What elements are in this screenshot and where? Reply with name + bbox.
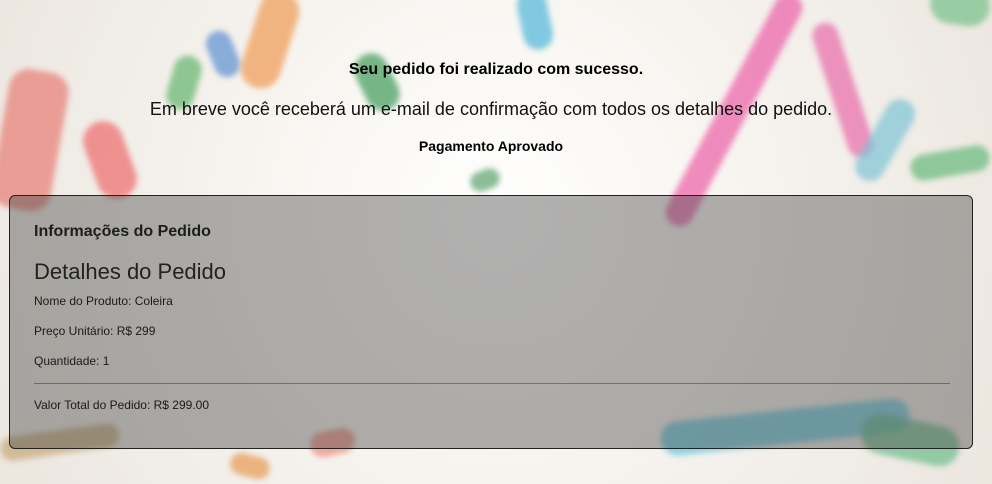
order-total: Valor Total do Pedido: R$ 299.00 [34,398,210,412]
confetti-ribbon [235,0,305,94]
unit-price: Preço Unitário: R$ 299 [34,324,156,338]
order-info-card: Informações do Pedido Detalhes do Pedido… [9,195,973,449]
quantity: Quantidade: 1 [34,354,110,368]
card-title: Informações do Pedido [34,223,211,240]
confetti-ribbon [514,0,556,53]
confetti-ribbon [927,0,992,29]
confetti-ribbon [467,165,503,195]
confirmation-message: Em breve você receberá um e-mail de conf… [149,99,833,119]
success-title: Seu pedido foi realizado com sucesso. [348,61,644,78]
order-details-heading: Detalhes do Pedido [34,259,227,284]
confetti-ribbon [77,115,143,205]
payment-status: Pagamento Aprovado [418,138,564,154]
product-name: Nome do Produto: Coleira [34,294,173,308]
divider [34,383,950,384]
confetti-ribbon [227,450,273,482]
